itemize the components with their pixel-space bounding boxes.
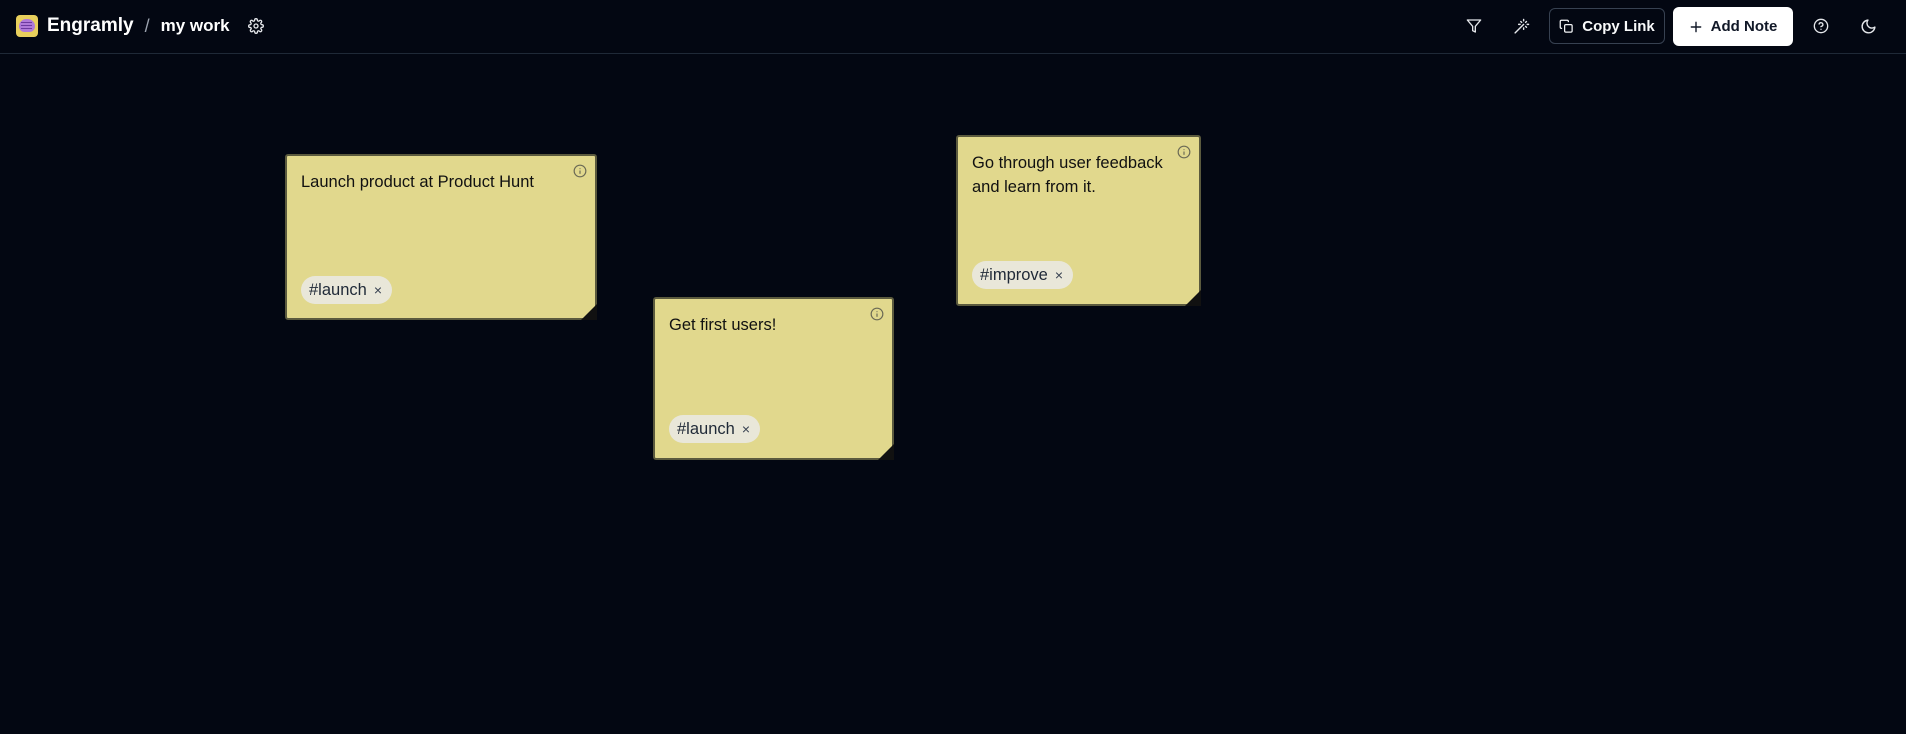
magic-wand-icon <box>1513 18 1529 34</box>
tag-label: #improve <box>980 265 1048 284</box>
add-note-label: Add Note <box>1710 18 1778 35</box>
note-text[interactable]: Launch product at Product Hunt <box>301 170 569 194</box>
help-button[interactable] <box>1806 12 1836 40</box>
resize-handle[interactable] <box>1185 290 1201 306</box>
breadcrumb-separator: / <box>144 15 150 36</box>
help-circle-icon <box>1813 18 1829 34</box>
remove-tag-icon[interactable]: × <box>1055 267 1063 283</box>
gear-icon[interactable] <box>247 17 265 35</box>
info-icon[interactable] <box>573 164 587 178</box>
sticky-note[interactable]: Go through user feedback and learn from … <box>956 135 1201 306</box>
sticky-note[interactable]: Get first users! #launch × <box>653 297 894 460</box>
top-bar: Engramly / my work Copy Link Add Note <box>0 0 1906 54</box>
tag-label: #launch <box>309 280 367 299</box>
copy-icon <box>1559 19 1573 33</box>
theme-toggle-button[interactable] <box>1853 12 1883 40</box>
moon-icon <box>1861 18 1876 33</box>
note-text[interactable]: Go through user feedback and learn from … <box>972 151 1173 199</box>
resize-handle[interactable] <box>878 444 894 460</box>
filter-button[interactable] <box>1459 12 1489 40</box>
magic-button[interactable] <box>1506 12 1536 40</box>
add-note-button[interactable]: Add Note <box>1673 7 1793 46</box>
tag-chip[interactable]: #improve × <box>972 261 1074 289</box>
tag-chip[interactable]: #launch × <box>669 415 760 443</box>
resize-handle[interactable] <box>581 304 597 320</box>
copy-link-label: Copy Link <box>1582 17 1655 35</box>
tag-label: #launch <box>677 419 735 438</box>
note-text[interactable]: Get first users! <box>669 313 866 337</box>
app-name[interactable]: Engramly <box>47 15 134 37</box>
workspace-name[interactable]: my work <box>161 16 230 36</box>
info-icon[interactable] <box>870 307 884 321</box>
plus-icon <box>1690 21 1702 32</box>
filter-icon <box>1466 19 1482 33</box>
info-icon[interactable] <box>1177 145 1191 159</box>
brain-logo-icon[interactable] <box>16 15 38 37</box>
remove-tag-icon[interactable]: × <box>742 421 750 437</box>
sticky-note[interactable]: Launch product at Product Hunt #launch × <box>285 154 597 320</box>
tag-chip[interactable]: #launch × <box>301 276 392 304</box>
copy-link-button[interactable]: Copy Link <box>1549 8 1665 44</box>
remove-tag-icon[interactable]: × <box>374 282 382 298</box>
breadcrumb: Engramly / my work <box>16 14 265 38</box>
